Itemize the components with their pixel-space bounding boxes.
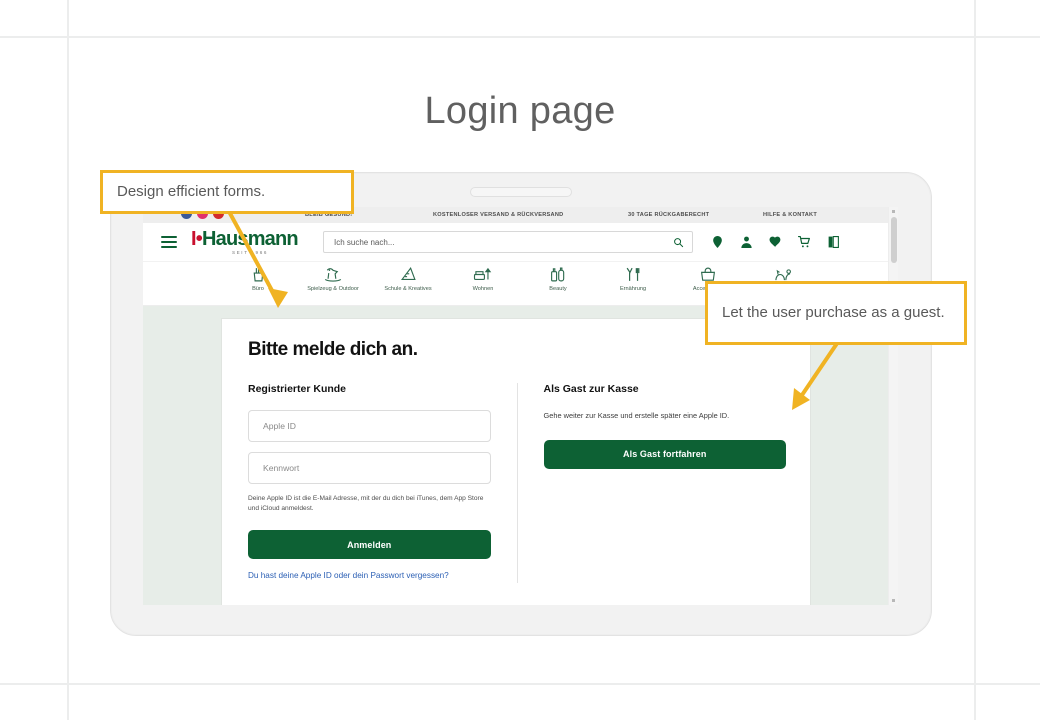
annotation-callout-design-forms: Design efficient forms. [100, 170, 354, 214]
tablet-screen: BLEIB GESUND! KOSTENLOSER VERSAND & RÜCK… [143, 207, 898, 605]
category-item-buero[interactable]: Büro [227, 265, 289, 292]
apple-id-field[interactable] [248, 410, 491, 442]
utility-item-hilfe-kontakt[interactable]: HILFE & KONTAKT [763, 212, 817, 218]
bottles-icon [527, 265, 589, 284]
category-label: Spielzeug & Outdoor [307, 286, 359, 292]
rocking-horse-icon [302, 265, 364, 284]
scroll-up-arrow-icon[interactable] [892, 210, 895, 213]
logo-letter-h: H [201, 228, 216, 250]
guest-description: Gehe weiter zur Kasse und erstelle späte… [543, 411, 730, 420]
login-columns: Registrierter Kunde Deine Apple ID ist d… [248, 383, 786, 583]
sign-in-button[interactable]: Anmelden [248, 530, 491, 560]
category-label: Wohnen [472, 286, 494, 292]
category-item-beauty[interactable]: Beauty [527, 265, 589, 292]
password-input[interactable] [261, 462, 478, 474]
category-item-wohnen[interactable]: Wohnen [452, 265, 514, 292]
category-label: Ernährung [619, 286, 647, 292]
category-item-spielzeug[interactable]: Spielzeug & Outdoor [302, 265, 364, 292]
scrollbar-thumb[interactable] [890, 217, 897, 263]
login-card: Bitte melde dich an. Registrierter Kunde… [221, 318, 811, 605]
catalog-book-icon[interactable] [827, 235, 840, 249]
category-item-schule[interactable]: Schule & Kreatives [377, 265, 439, 292]
logo-tagline: SEIT 1966 [231, 250, 269, 255]
annotation-callout-guest-purchase: Let the user purchase as a guest. [705, 281, 967, 345]
header-icon-group [711, 235, 840, 249]
site-logo[interactable]: I•Hausmann SEIT 1966 [191, 229, 309, 255]
shopping-cart-icon[interactable] [798, 235, 811, 249]
scroll-down-arrow-icon[interactable] [892, 599, 895, 602]
ruler-triangle-icon [377, 265, 439, 284]
registered-title: Registrierter Kunde [248, 383, 347, 395]
logo-rest: ausmann [215, 228, 299, 250]
user-icon[interactable] [740, 235, 753, 249]
category-label: Beauty [549, 286, 567, 292]
sofa-lamp-icon [452, 265, 514, 284]
password-field[interactable] [248, 452, 491, 484]
forgot-credentials-link[interactable]: Du hast deine Apple ID oder dein Passwor… [248, 570, 491, 582]
heart-icon[interactable] [769, 235, 782, 249]
site-page-body: Bitte melde dich an. Registrierter Kunde… [143, 306, 898, 605]
continue-as-guest-button[interactable]: Als Gast fortfahren [543, 439, 786, 469]
category-label: Schule & Kreatives [384, 286, 432, 292]
search-box[interactable] [323, 231, 693, 253]
utility-item-versand[interactable]: KOSTENLOSER VERSAND & RÜCKVERSAND [433, 212, 563, 218]
slide-guide-horizontal-bottom [0, 683, 1040, 685]
site-header: I•Hausmann SEIT 1966 [143, 223, 898, 262]
login-hint-text: Deine Apple ID ist die E-Mail Adresse, m… [248, 495, 484, 513]
tablet-speaker-slot [470, 187, 572, 197]
location-pin-icon[interactable] [711, 235, 724, 249]
tablet-device-frame: BLEIB GESUND! KOSTENLOSER VERSAND & RÜCK… [110, 172, 932, 636]
cutlery-icon [602, 265, 664, 284]
registered-customer-column: Registrierter Kunde Deine Apple ID ist d… [248, 383, 518, 583]
logo-wordmark: I•Hausmann [191, 229, 309, 249]
hamburger-icon[interactable] [161, 233, 177, 251]
page-title: Login page [424, 90, 616, 132]
utility-item-rueckgaberecht[interactable]: 30 TAGE RÜCKGABERECHT [628, 212, 709, 218]
search-icon[interactable] [673, 237, 684, 248]
guest-checkout-column: Als Gast zur Kasse Gehe weiter zur Kasse… [518, 383, 786, 583]
category-label: Büro [252, 286, 264, 292]
apple-id-input[interactable] [261, 420, 478, 432]
pen-cup-icon [227, 265, 289, 284]
logo-accent-mark: I• [191, 228, 203, 250]
browser-scrollbar[interactable] [888, 207, 898, 605]
slide-guide-horizontal-top [0, 36, 1040, 38]
search-input[interactable] [332, 236, 673, 248]
guest-title: Als Gast zur Kasse [543, 383, 639, 395]
category-item-ernaehrung[interactable]: Ernährung [602, 265, 664, 292]
